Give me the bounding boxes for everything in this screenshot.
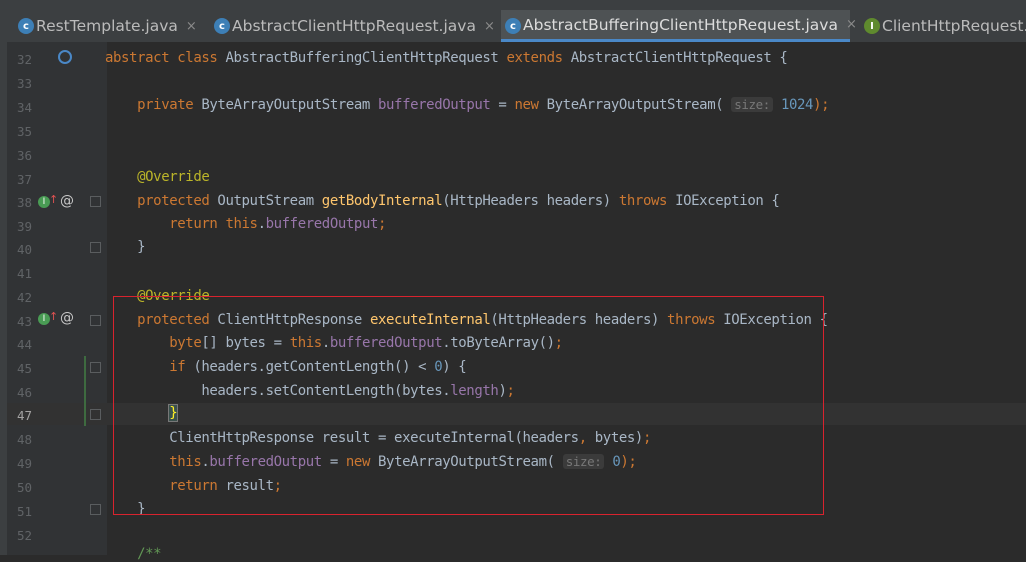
keyword: this: [225, 216, 258, 232]
line-number: 51: [16, 504, 32, 519]
implements-arrow-icon: ↑: [49, 193, 59, 206]
doc-comment: /**: [137, 546, 162, 562]
abstract-class-icon: c: [505, 18, 521, 34]
line-number: 52: [16, 528, 32, 543]
line-number: 39: [16, 219, 32, 234]
fold-toggle-icon[interactable]: [90, 315, 101, 326]
tab-label: AbstractBufferingClientHttpRequest.java: [523, 15, 838, 34]
line-number: 43: [16, 314, 32, 329]
tab-abstract-buffering-client-http-request[interactable]: c AbstractBufferingClientHttpRequest.jav…: [501, 10, 857, 42]
fold-toggle-icon[interactable]: [90, 504, 101, 515]
line-number: 32: [16, 52, 32, 67]
code-line-40[interactable]: }: [105, 239, 145, 255]
code-line-39[interactable]: return this.bufferedOutput;: [105, 216, 386, 232]
keyword: protected: [137, 193, 218, 209]
keyword: new: [514, 97, 547, 113]
code-line-37[interactable]: @Override: [105, 169, 210, 185]
keyword: extends: [506, 50, 571, 66]
override-annotation-icon[interactable]: @: [60, 310, 74, 326]
fold-toggle-icon[interactable]: [90, 362, 101, 373]
line-number: 44: [16, 337, 32, 352]
operator: =: [490, 97, 515, 113]
field: bufferedOutput: [265, 216, 379, 232]
implements-arrow-icon: ↑: [49, 310, 59, 323]
tab-rest-template[interactable]: c RestTemplate.java ×: [14, 10, 202, 42]
exception: IOException {: [675, 193, 780, 209]
params: (HttpHeaders headers): [442, 193, 619, 209]
keyword: return: [169, 216, 226, 232]
code-line-52[interactable]: /**: [105, 546, 161, 562]
annotation: @Override: [137, 169, 210, 185]
punctuation: ;: [378, 216, 387, 232]
line-number: 37: [16, 172, 32, 187]
close-icon[interactable]: ×: [846, 17, 857, 32]
param-hint: size:: [731, 97, 773, 112]
override-annotation-icon[interactable]: @: [60, 193, 74, 209]
code-line-32[interactable]: abstract class AbstractBufferingClientHt…: [105, 50, 788, 66]
close-icon[interactable]: ×: [186, 19, 197, 34]
line-number: 47: [16, 408, 32, 423]
line-number: 50: [16, 480, 32, 495]
parent-class: AbstractClientHttpRequest {: [570, 50, 788, 66]
line-number: 33: [16, 76, 32, 91]
type: OutputStream: [217, 193, 322, 209]
line-number: 34: [16, 100, 32, 115]
punctuation: .: [257, 216, 266, 232]
line-number: 35: [16, 124, 32, 139]
line-number: 38: [16, 195, 32, 210]
method-name: getBodyInternal: [321, 193, 443, 209]
change-marker: [84, 356, 86, 426]
code-line-38[interactable]: protected OutputStream getBodyInternal(H…: [105, 193, 780, 209]
field: bufferedOutput: [378, 97, 491, 113]
keyword: private: [137, 97, 202, 113]
type: ByteArrayOutputStream: [201, 97, 378, 113]
line-number: 36: [16, 148, 32, 163]
tab-client-http-request[interactable]: I ClientHttpRequest.: [860, 10, 1026, 42]
tab-label: RestTemplate.java: [36, 17, 178, 35]
implemented-marker-icon[interactable]: [58, 50, 72, 64]
line-number: 49: [16, 456, 32, 471]
line-number: 42: [16, 290, 32, 305]
tab-abstract-client-http-request[interactable]: c AbstractClientHttpRequest.java ×: [210, 10, 496, 42]
tab-label: ClientHttpRequest.: [882, 17, 1026, 35]
fold-toggle-icon[interactable]: [90, 409, 101, 420]
keyword: throws: [618, 193, 676, 209]
side-tool-strip: [0, 42, 7, 555]
tab-label: AbstractClientHttpRequest.java: [232, 17, 476, 35]
close-icon[interactable]: ×: [484, 19, 495, 34]
highlight-box: [113, 296, 824, 515]
line-number: 40: [16, 242, 32, 257]
brace: }: [137, 239, 146, 255]
interface-icon: I: [864, 18, 880, 34]
line-number: 45: [16, 361, 32, 376]
line-number: 41: [16, 266, 32, 281]
constructor: ByteArrayOutputStream(: [546, 97, 724, 113]
abstract-class-icon: c: [214, 18, 230, 34]
line-number: 48: [16, 432, 32, 447]
fold-toggle-icon[interactable]: [90, 242, 101, 253]
class-icon: c: [18, 18, 34, 34]
code-line-34[interactable]: private ByteArrayOutputStream bufferedOu…: [105, 97, 830, 113]
line-number: 46: [16, 385, 32, 400]
fold-toggle-icon[interactable]: [90, 196, 101, 207]
keyword: abstract class: [105, 50, 226, 66]
punctuation: );: [813, 97, 830, 113]
class-name: AbstractBufferingClientHttpRequest: [225, 50, 507, 66]
number: 1024: [780, 97, 814, 113]
